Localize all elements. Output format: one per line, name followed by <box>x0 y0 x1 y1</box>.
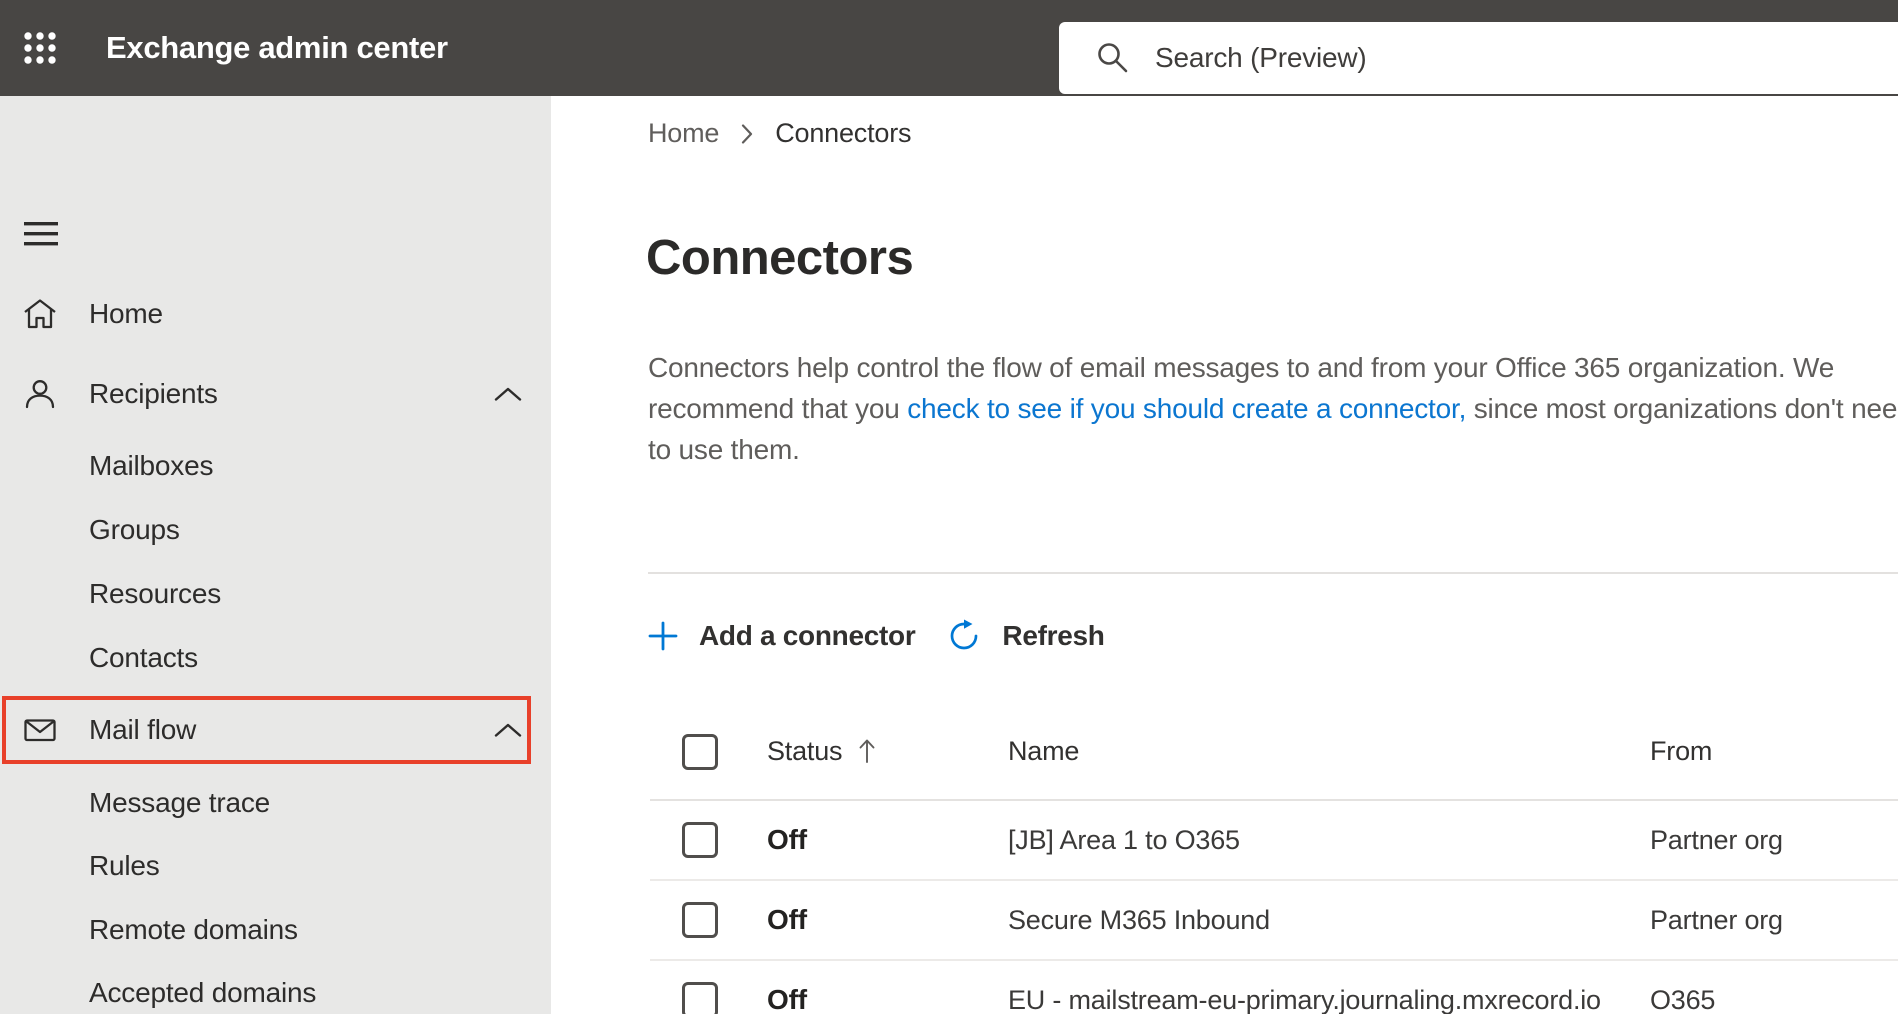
sidebar-item-mail-flow[interactable]: Mail flow <box>0 698 551 762</box>
connector-from: O365 <box>1650 984 1716 1014</box>
add-connector-button[interactable]: Add a connector <box>648 620 916 652</box>
connector-from: Partner org <box>1650 824 1783 855</box>
sort-ascending-arrow-icon <box>858 737 876 767</box>
row-checkbox[interactable] <box>682 982 718 1014</box>
home-icon <box>22 296 58 332</box>
table-row[interactable]: Off Secure M365 Inbound Partner org <box>650 881 1898 961</box>
sidebar: Home Recipients Mailboxes Groups Resourc… <box>0 96 551 1014</box>
connector-name: Secure M365 Inbound <box>1008 904 1270 935</box>
sidebar-item-groups[interactable]: Groups <box>0 498 551 562</box>
nav-collapse-button[interactable] <box>24 220 58 248</box>
breadcrumb-home-link[interactable]: Home <box>648 118 719 149</box>
connector-name: EU - mailstream-eu-primary.journaling.mx… <box>1008 984 1601 1014</box>
column-header-name[interactable]: Name <box>1008 736 1650 767</box>
column-header-from[interactable]: From <box>1650 736 1898 767</box>
connectors-table: Status Name From Off [JB] Area 1 to O365… <box>650 704 1898 1014</box>
sidebar-item-contacts[interactable]: Contacts <box>0 626 551 690</box>
refresh-icon <box>951 619 978 650</box>
chevron-up-icon <box>493 386 523 402</box>
breadcrumb: Home Connectors <box>648 116 912 150</box>
app-title: Exchange admin center <box>106 30 448 65</box>
waffle-icon <box>24 32 56 64</box>
connector-from: Partner org <box>1650 904 1783 935</box>
sidebar-item-message-trace[interactable]: Message trace <box>0 771 551 835</box>
envelope-icon <box>22 712 58 748</box>
page-title: Connectors <box>646 231 914 285</box>
sidebar-item-recipients[interactable]: Recipients <box>0 362 551 426</box>
toolbar-divider <box>648 572 1898 574</box>
sidebar-item-remote-domains[interactable]: Remote domains <box>0 898 551 962</box>
refresh-label: Refresh <box>1002 620 1105 651</box>
sidebar-item-home[interactable]: Home <box>0 282 551 346</box>
chevron-right-icon <box>740 121 754 145</box>
status-value: Off <box>767 904 807 935</box>
create-connector-check-link[interactable]: check to see if you should create a conn… <box>907 393 1466 424</box>
connector-name: [JB] Area 1 to O365 <box>1008 824 1240 855</box>
status-value: Off <box>767 824 807 855</box>
topbar: Exchange admin center Search (Preview) <box>0 0 1898 96</box>
refresh-button[interactable]: Refresh <box>947 619 1105 653</box>
column-header-status[interactable]: Status <box>767 736 1008 767</box>
plus-icon <box>648 621 678 651</box>
page-description: Connectors help control the flow of emai… <box>648 347 1898 470</box>
search-placeholder: Search (Preview) <box>1155 42 1367 73</box>
app-launcher-button[interactable] <box>14 22 66 74</box>
hamburger-icon <box>24 222 58 246</box>
table-row[interactable]: Off [JB] Area 1 to O365 Partner org <box>650 801 1898 881</box>
table-row[interactable]: Off EU - mailstream-eu-primary.journalin… <box>650 961 1898 1014</box>
row-checkbox[interactable] <box>682 902 718 938</box>
main-content: Home Connectors Connectors Connectors he… <box>551 96 1898 1014</box>
person-icon <box>22 376 58 412</box>
sidebar-item-mailboxes[interactable]: Mailboxes <box>0 434 551 498</box>
select-all-checkbox[interactable] <box>682 733 718 770</box>
chevron-up-icon <box>493 722 523 738</box>
exchange-admin-center-screen: { "colors": { "topbar_bg": "#484644", "s… <box>0 0 1898 1014</box>
add-connector-label: Add a connector <box>699 620 916 651</box>
toolbar: Add a connector Refresh <box>648 605 1105 667</box>
breadcrumb-current: Connectors <box>775 117 912 148</box>
table-header-row: Status Name From <box>650 704 1898 801</box>
row-checkbox[interactable] <box>682 822 718 858</box>
sidebar-item-resources[interactable]: Resources <box>0 562 551 626</box>
status-value: Off <box>767 984 807 1014</box>
sidebar-item-rules[interactable]: Rules <box>0 834 551 898</box>
sidebar-item-accepted-domains[interactable]: Accepted domains <box>0 961 551 1014</box>
search-input[interactable]: Search (Preview) <box>1059 22 1898 94</box>
search-icon <box>1095 40 1131 76</box>
